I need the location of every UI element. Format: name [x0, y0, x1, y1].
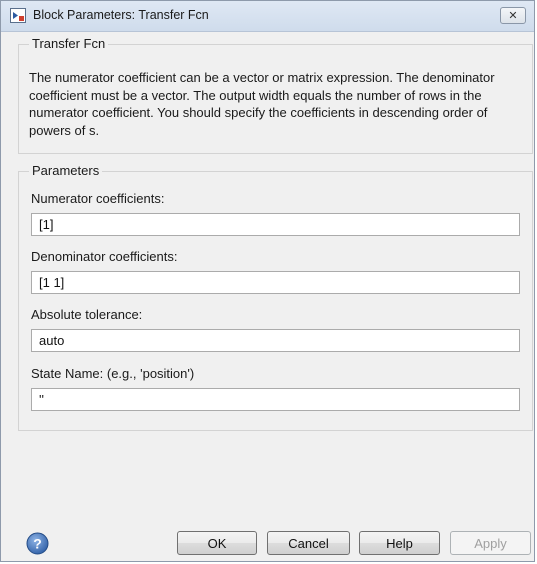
state-name-input[interactable] — [31, 388, 520, 411]
help-button[interactable]: Help — [359, 531, 440, 555]
help-icon[interactable]: ? — [26, 532, 49, 555]
numerator-label: Numerator coefficients: — [31, 191, 165, 206]
svg-text:?: ? — [33, 536, 42, 552]
block-description: The numerator coefficient can be a vecto… — [29, 70, 495, 138]
close-button[interactable]: ✕ — [500, 7, 526, 24]
state-name-label: State Name: (e.g., 'position') — [31, 366, 195, 381]
parameters-group: Parameters Numerator coefficients: Denom… — [18, 163, 533, 431]
numerator-input[interactable] — [31, 213, 520, 236]
denominator-input[interactable] — [31, 271, 520, 294]
apply-button[interactable]: Apply — [450, 531, 531, 555]
denominator-label: Denominator coefficients: — [31, 249, 178, 264]
window-title: Block Parameters: Transfer Fcn — [33, 8, 209, 22]
parameters-legend: Parameters — [29, 163, 103, 178]
cancel-button[interactable]: Cancel — [267, 531, 350, 555]
close-icon: ✕ — [508, 10, 518, 22]
block-description-group: Transfer Fcn The numerator coefficient c… — [18, 36, 533, 154]
absolute-tolerance-input[interactable] — [31, 329, 520, 352]
title-bar[interactable]: Block Parameters: Transfer Fcn ✕ — [1, 1, 534, 32]
simulink-block-icon — [10, 8, 26, 23]
dialog-window: Block Parameters: Transfer Fcn ✕ Transfe… — [0, 0, 535, 562]
block-type-legend: Transfer Fcn — [29, 36, 109, 51]
ok-button[interactable]: OK — [177, 531, 257, 555]
absolute-tolerance-label: Absolute tolerance: — [31, 307, 143, 322]
